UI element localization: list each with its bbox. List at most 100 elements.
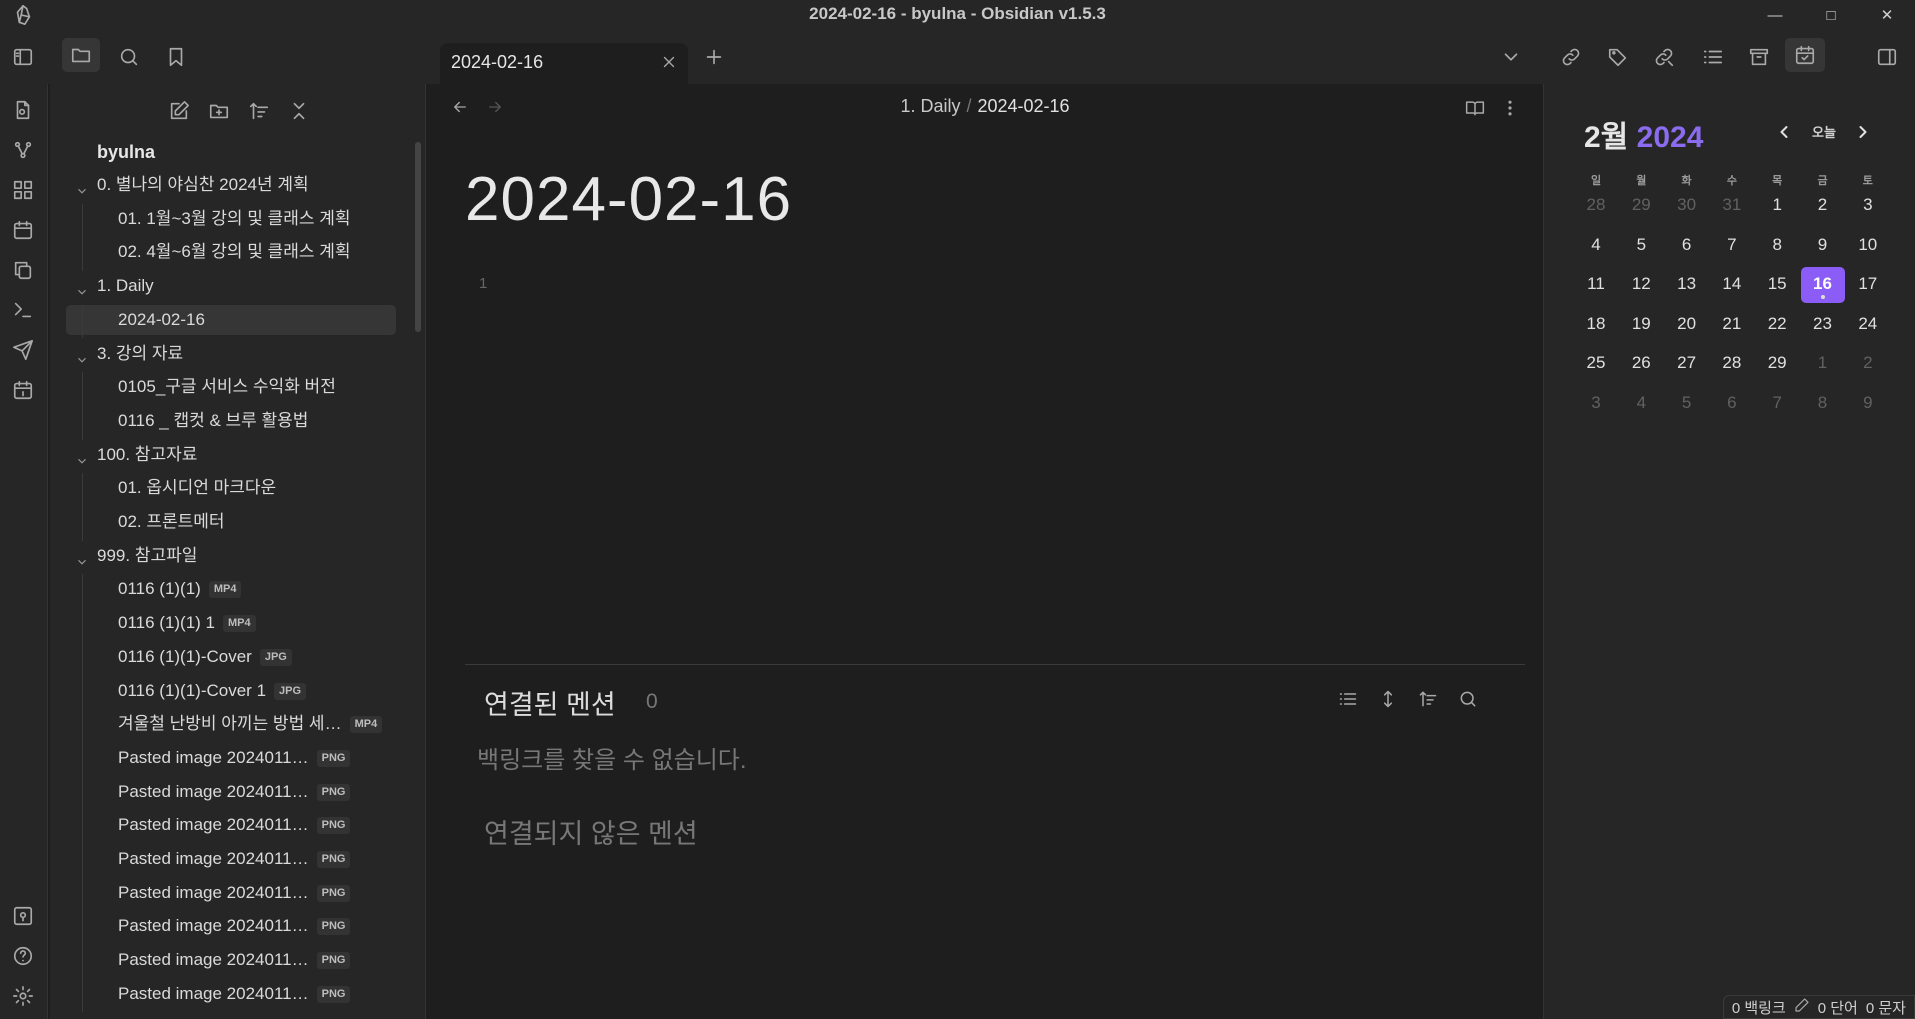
archive-icon[interactable] [1748,46,1770,73]
calendar-day[interactable]: 1 [1755,188,1799,224]
calendar-day[interactable]: 29 [1619,188,1663,224]
calendar-day[interactable]: 5 [1665,386,1709,422]
tree-folder[interactable]: 1. Daily [78,271,154,301]
new-tab-icon[interactable] [703,46,725,73]
settings-gear-icon[interactable] [11,984,35,1008]
tree-file[interactable]: 0116 (1)(1) MP4 [118,574,242,604]
calendar-day[interactable]: 5 [1619,228,1663,264]
tree-file[interactable]: Pasted image 2024011… PNG [118,979,351,1009]
tree-folder[interactable]: 0. 별나의 야심찬 2024년 계획 [78,170,309,200]
tree-folder[interactable]: 100. 참고자료 [78,440,197,470]
chevron-down-icon[interactable] [75,347,89,363]
calendar-day[interactable]: 13 [1665,267,1709,303]
calendar-day-today[interactable]: 16 [1800,267,1845,304]
tree-file[interactable]: 0116 (1)(1) 1 MP4 [118,608,256,638]
calendar-day[interactable]: 9 [1846,386,1890,422]
tags-icon[interactable] [1607,46,1629,73]
calendar-day[interactable]: 24 [1846,307,1890,343]
tree-file[interactable]: 0116 (1)(1)-Cover 1 JPG [118,676,307,706]
unlinked-mentions-heading[interactable]: 연결되지 않은 멘션 [484,812,698,851]
calendar-day[interactable]: 21 [1710,307,1754,343]
tree-file[interactable]: Pasted image 2024011… PNG [118,911,351,941]
calendar-day[interactable]: 7 [1710,228,1754,264]
minimize-icon[interactable]: — [1747,0,1803,30]
vault-switch-icon[interactable] [11,904,35,928]
calendar-day[interactable]: 6 [1665,228,1709,264]
calendar-day[interactable]: 9 [1801,228,1845,264]
calendar-day[interactable]: 28 [1710,346,1754,382]
linked-mentions-heading[interactable]: 연결된 멘션 [484,683,616,722]
tree-file[interactable]: 02. 프론트메터 [118,507,225,537]
calendar-day[interactable]: 30 [1665,188,1709,224]
calendar-day[interactable]: 1 [1801,346,1845,382]
calendar-day[interactable]: 11 [1574,267,1618,303]
command-palette-icon[interactable] [11,298,35,322]
calendar-day[interactable]: 7 [1755,386,1799,422]
outgoing-links-icon[interactable] [1653,46,1675,73]
tree-file[interactable]: 0105_구글 서비스 수익화 버전 [118,372,336,402]
calendar-day[interactable]: 27 [1665,346,1709,382]
calendar-day[interactable]: 2 [1801,188,1845,224]
templates-icon[interactable] [11,258,35,282]
calendar-day[interactable]: 25 [1574,346,1618,382]
calendar-day[interactable]: 23 [1801,307,1845,343]
backlink-count[interactable]: 0 백링크 [1732,997,1786,1018]
new-note-icon[interactable] [166,98,192,124]
chevron-down-icon[interactable] [75,178,89,194]
backlinks-icon[interactable] [1560,46,1582,73]
more-options-icon[interactable] [1500,98,1520,123]
canvas-icon[interactable] [11,178,35,202]
calendar-day[interactable]: 29 [1755,346,1799,382]
chevron-down-icon[interactable] [1500,46,1522,73]
tree-file[interactable]: 0116 _ 캡컷 & 브루 활용법 [118,406,308,436]
today-button[interactable]: 오늘 [1812,122,1836,141]
calendar-day[interactable]: 4 [1619,386,1663,422]
sort-mentions-icon[interactable] [1418,689,1438,714]
close-icon[interactable]: ✕ [1859,0,1915,30]
calendar-day[interactable]: 17 [1846,267,1890,303]
maximize-icon[interactable]: □ [1803,0,1859,30]
tree-file[interactable]: 2024-02-16 [66,304,396,335]
help-icon[interactable] [11,944,35,968]
tree-file[interactable]: 0116 (1)(1)-Cover JPG [118,642,292,672]
tree-file[interactable]: Pasted image 2024011… PNG [118,810,351,840]
calendar-day[interactable]: 26 [1619,346,1663,382]
breadcrumb-folder[interactable]: 1. Daily [900,96,960,116]
chevron-down-icon[interactable] [75,448,89,464]
prev-month-chevron-icon[interactable] [1774,122,1794,147]
calendar-day[interactable]: 8 [1801,386,1845,422]
right-sidebar-toggle-icon[interactable] [1876,46,1898,73]
calendar-day[interactable]: 6 [1710,386,1754,422]
tree-file[interactable]: 01. 옵시디언 마크다운 [118,473,276,503]
bookmark-icon[interactable] [165,46,187,73]
reading-view-icon[interactable] [1465,98,1485,123]
tree-file[interactable]: 02. 4월~6월 강의 및 클래스 계획 [118,237,351,267]
tree-folder[interactable]: 3. 강의 자료 [78,339,183,369]
calendar-day[interactable]: 20 [1665,307,1709,343]
calendar-day[interactable]: 2 [1846,346,1890,382]
calendar-day-icon[interactable] [11,378,35,402]
collapse-all-icon[interactable] [286,98,312,124]
calendar-day[interactable]: 18 [1574,307,1618,343]
next-month-chevron-icon[interactable] [1853,122,1873,147]
sort-icon[interactable] [246,98,272,124]
tree-file[interactable]: 겨울철 난방비 아끼는 방법 세… MP4 [118,709,383,739]
calendar-day[interactable]: 12 [1619,267,1663,303]
tree-file[interactable]: Pasted image 2024011… PNG [118,878,351,908]
calendar-day[interactable]: 19 [1619,307,1663,343]
tree-folder[interactable]: 999. 참고파일 [78,541,197,571]
calendar-day[interactable]: 4 [1574,228,1618,264]
calendar-day[interactable]: 15 [1755,267,1799,303]
tree-file[interactable]: Pasted image 2024011… PNG [118,844,351,874]
calendar-day[interactable]: 3 [1846,188,1890,224]
calendar-day[interactable]: 22 [1755,307,1799,343]
tree-file[interactable]: Pasted image 2024011… PNG [118,743,351,773]
tree-file[interactable]: 01. 1월~3월 강의 및 클래스 계획 [118,204,351,234]
calendar-day[interactable]: 10 [1846,228,1890,264]
calendar-day[interactable]: 28 [1574,188,1618,224]
tab-close-icon[interactable] [660,53,678,76]
search-icon[interactable] [118,46,140,73]
expand-icon[interactable] [1378,689,1398,714]
graph-view-icon[interactable] [11,138,35,162]
outline-icon[interactable] [1702,46,1724,73]
